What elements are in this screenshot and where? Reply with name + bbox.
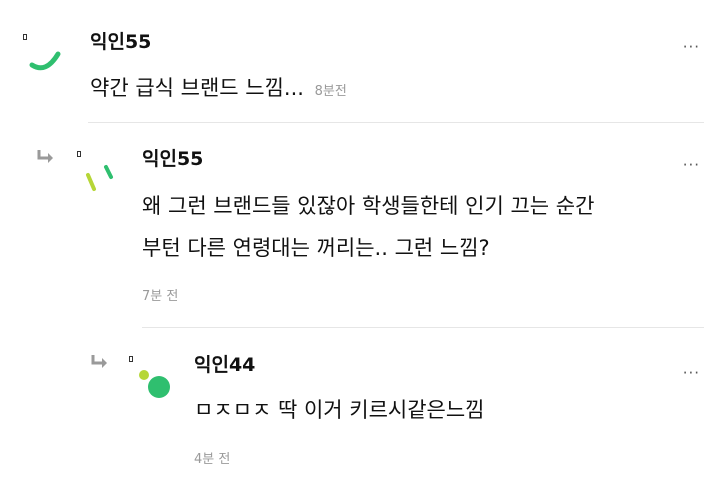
avatar-icon[interactable] (28, 40, 68, 76)
more-options-icon[interactable]: ··· (683, 158, 700, 173)
avatar-badge-icon (77, 151, 81, 157)
comment-body: ㅁㅈㅁㅈ 딱 이거 키르시같은느낌 (194, 398, 485, 422)
reply-arrow-icon (91, 355, 107, 368)
avatar-icon[interactable] (134, 366, 174, 402)
comment-2: 익인55 ··· 왜 그런 브랜드들 있잖아 학생들한테 인기 끄는 순간 부턴… (0, 123, 720, 327)
comment-author[interactable]: 익인44 (194, 353, 255, 377)
comment-text: 약간 급식 브랜드 느낌... (90, 76, 304, 100)
comment-author[interactable]: 익인55 (90, 30, 151, 54)
comment-body-line-1: 왜 그런 브랜드들 있잖아 학생들한테 인기 끄는 순간 (142, 194, 595, 218)
comment-time: 7분 전 (142, 289, 179, 304)
more-options-icon[interactable]: ··· (683, 366, 700, 381)
comment-author[interactable]: 익인55 (142, 147, 203, 171)
comment-1: 익인55 ··· 약간 급식 브랜드 느낌... 8분전 (0, 0, 720, 122)
comment-body: 약간 급식 브랜드 느낌... 8분전 (90, 68, 347, 112)
more-options-icon[interactable]: ··· (683, 40, 700, 55)
avatar-badge-icon (129, 356, 133, 362)
reply-arrow-icon (37, 150, 53, 163)
comment-time: 4분 전 (194, 452, 231, 467)
avatar-icon[interactable] (84, 161, 124, 201)
avatar-badge-icon (23, 34, 27, 40)
comment-body-line-2: 부턴 다른 연령대는 꺼리는.. 그런 느낌? (142, 236, 490, 260)
comment-time: 8분전 (314, 84, 347, 99)
comment-3: 익인44 ··· ㅁㅈㅁㅈ 딱 이거 키르시같은느낌 4분 전 (0, 328, 720, 484)
